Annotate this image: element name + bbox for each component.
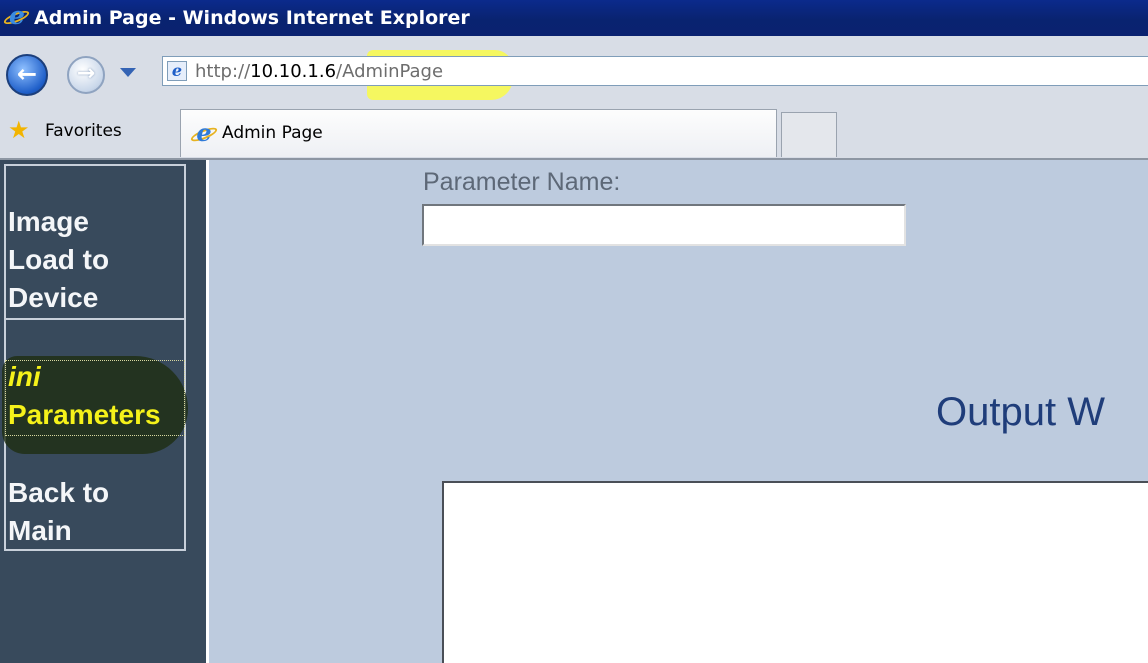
parameter-name-label: Parameter Name: <box>423 168 621 196</box>
forward-button[interactable]: → <box>67 56 105 94</box>
ie-logo-icon: e <box>2 3 31 31</box>
tab-ie-icon: e <box>189 119 219 149</box>
url-host: 10.10.1.6 <box>250 60 337 82</box>
sidebar-item-label: ini <box>8 361 41 392</box>
address-bar[interactable]: e http://10.10.1.6/AdminPage <box>162 56 1148 86</box>
sidebar-item-back-to-main[interactable]: Back to Main <box>8 474 109 550</box>
sidebar-item-label: Device <box>8 282 99 313</box>
sidebar-item-label: Load to <box>8 244 110 275</box>
forward-arrow-icon: → <box>76 61 96 86</box>
sidebar-separator <box>6 318 184 320</box>
tab-label[interactable]: Admin Page <box>222 123 323 143</box>
window-title-bar: e Admin Page - Windows Internet Explorer <box>0 0 1148 36</box>
sidebar-divider <box>206 160 209 663</box>
sidebar-item-image-load[interactable]: Image Load to Device <box>8 203 109 317</box>
parameter-name-input[interactable] <box>422 204 906 246</box>
sidebar-item-label: Main <box>8 515 72 546</box>
url-text[interactable]: http://10.10.1.6/AdminPage <box>195 61 443 82</box>
sidebar-item-label: Back to <box>8 477 110 508</box>
back-button[interactable]: ← <box>6 54 48 96</box>
new-tab-button[interactable] <box>781 112 837 157</box>
window-title: Admin Page - Windows Internet Explorer <box>34 7 470 29</box>
back-arrow-icon: ← <box>16 60 38 88</box>
output-textarea[interactable] <box>442 481 1148 663</box>
sidebar-item-label: Image <box>8 206 89 237</box>
sidebar-item-label: Parameters <box>8 399 161 430</box>
favorites-star-icon[interactable]: ★ <box>8 118 30 142</box>
recent-pages-dropdown-icon[interactable] <box>120 68 136 77</box>
sidebar-item-ini-parameters[interactable]: ini Parameters <box>8 358 161 434</box>
page-icon: e <box>167 61 187 81</box>
favorites-button[interactable]: Favorites <box>45 121 122 141</box>
url-path: /AdminPage <box>336 60 444 82</box>
output-window-title: Output W <box>936 390 1105 434</box>
url-protocol: http:// <box>195 60 251 82</box>
